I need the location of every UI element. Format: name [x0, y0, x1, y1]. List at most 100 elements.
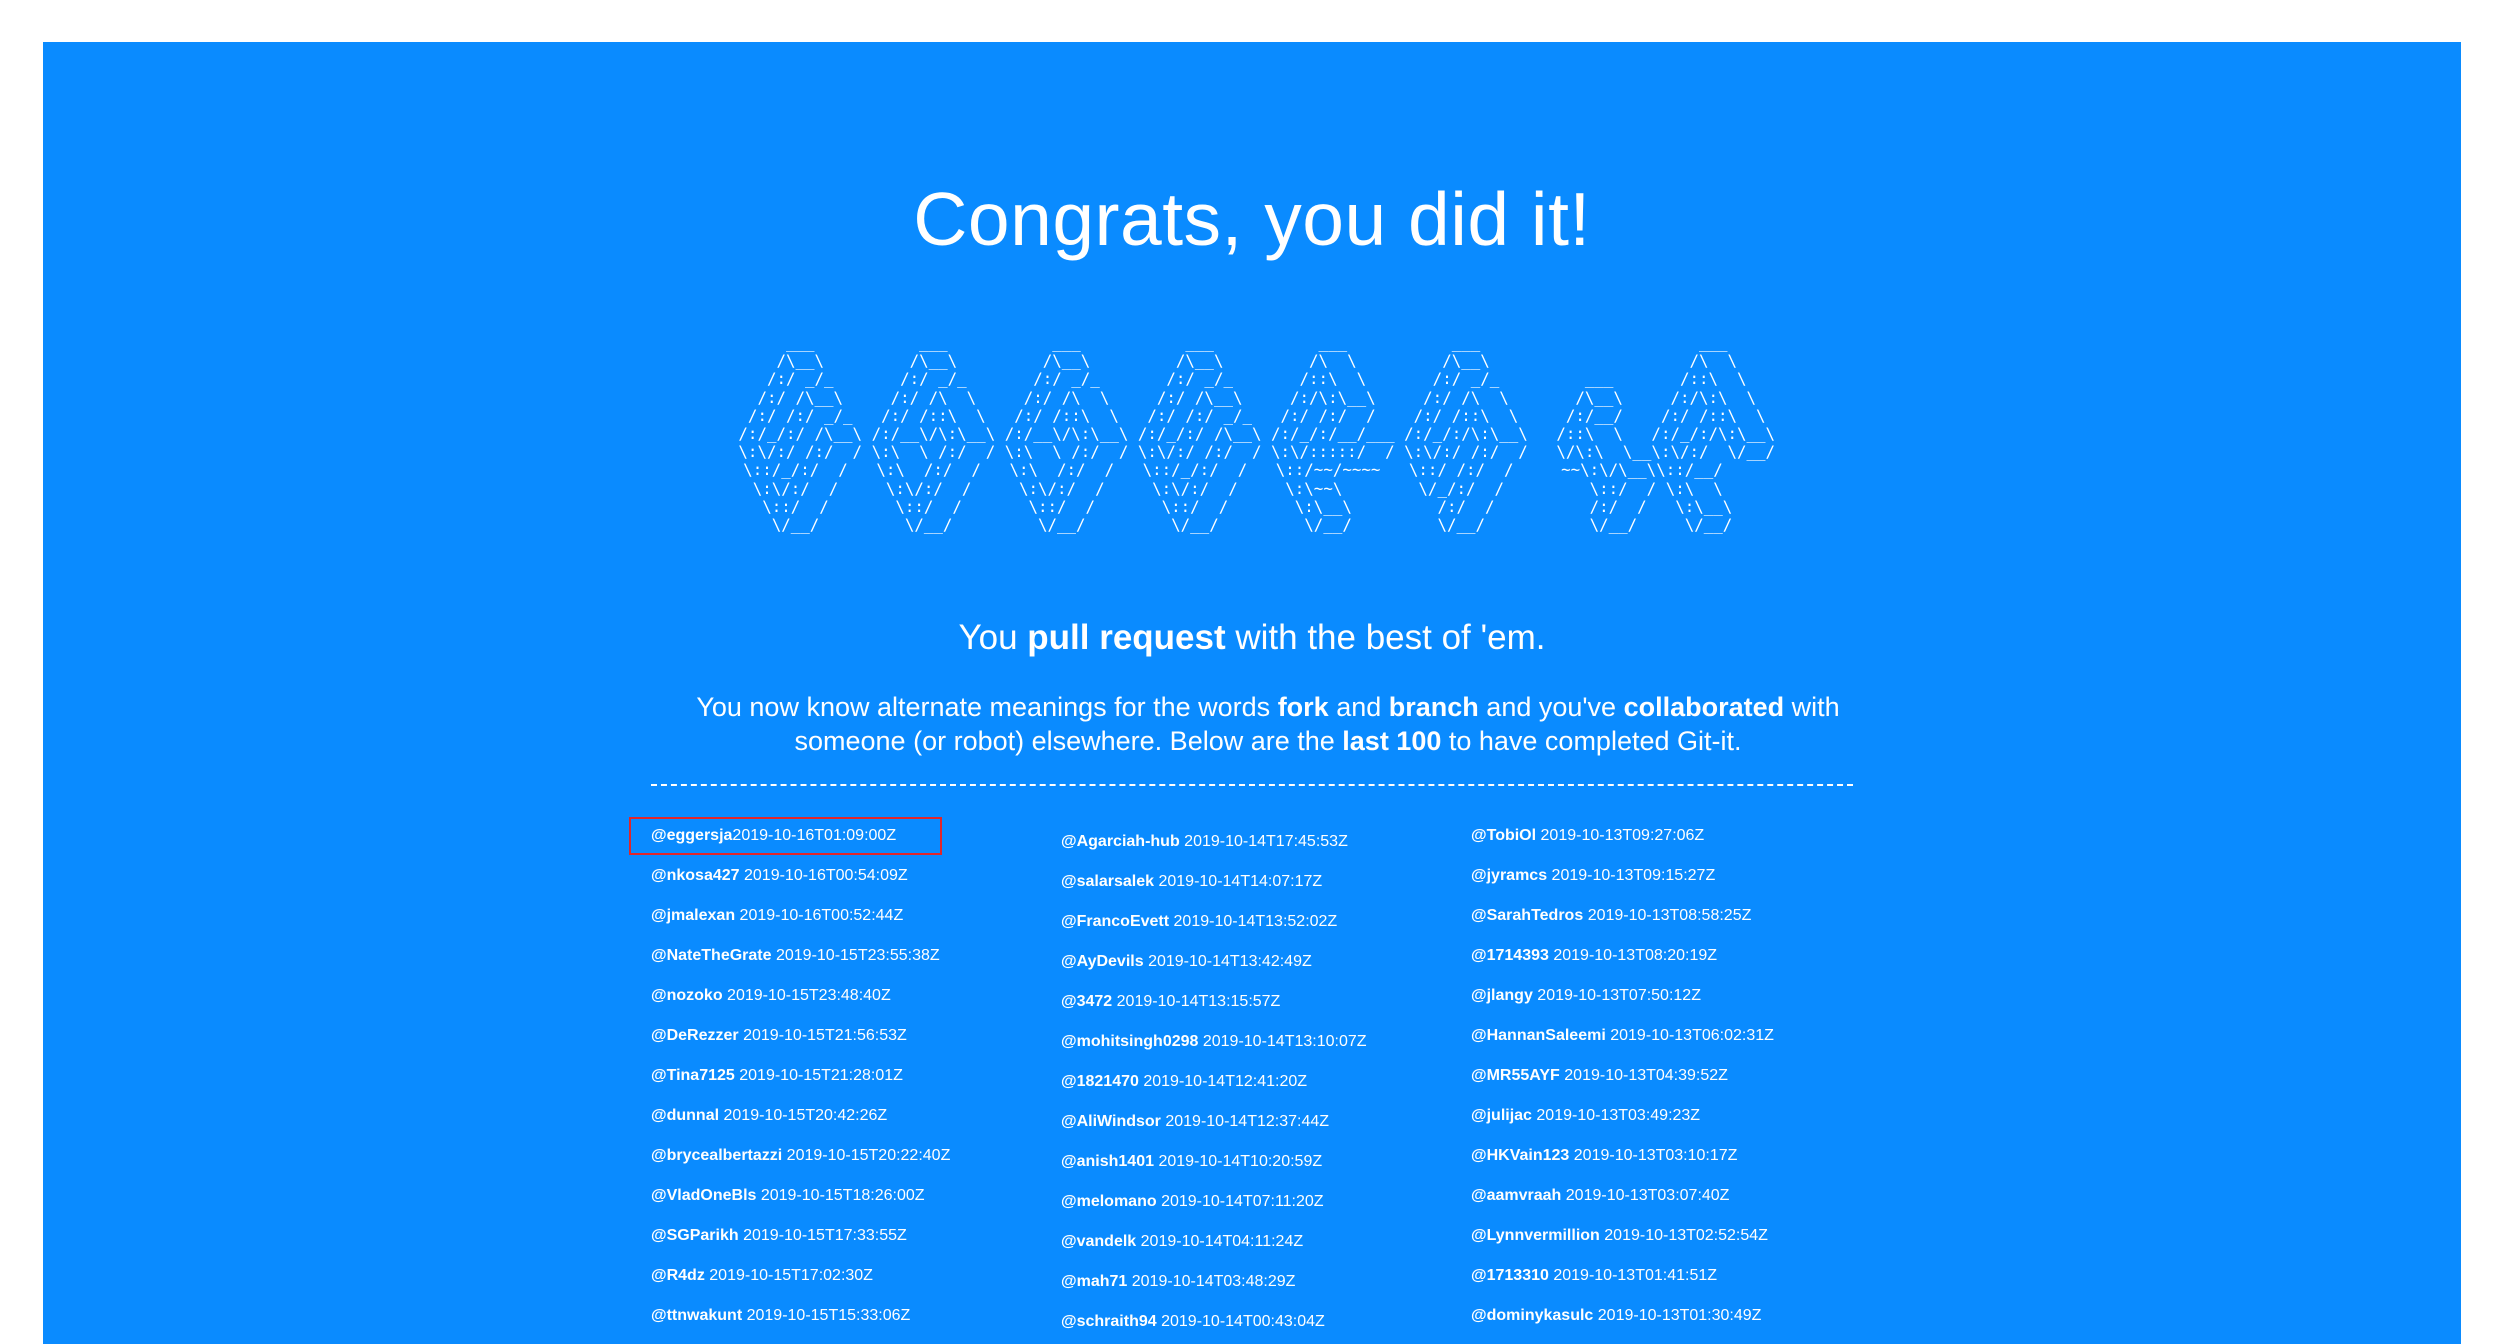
completion-timestamp: 2019-10-13T08:20:19Z [1553, 947, 1718, 964]
username-link[interactable]: @dominykasulc [1471, 1307, 1593, 1324]
username-link[interactable]: @1714393 [1471, 947, 1549, 964]
username-link[interactable]: @anish1401 [1061, 1153, 1154, 1170]
completion-timestamp: 2019-10-14T12:37:44Z [1165, 1113, 1330, 1130]
username-link[interactable]: @jmalexan [651, 907, 735, 924]
username-link[interactable]: @mah71 [1061, 1273, 1127, 1290]
username-link[interactable]: @NateTheGrate [651, 947, 772, 964]
username-link[interactable]: @nkosa427 [651, 867, 740, 884]
username-link[interactable]: @HannanSaleemi [1471, 1027, 1606, 1044]
list-item: @anish1401 2019-10-14T10:20:59Z [1061, 1152, 1367, 1192]
completion-timestamp: 2019-10-13T03:10:17Z [1573, 1147, 1738, 1164]
list-item: @aamvraah 2019-10-13T03:07:40Z [1471, 1186, 1774, 1226]
completion-timestamp: 2019-10-15T17:02:30Z [709, 1267, 873, 1284]
completion-timestamp: 2019-10-13T03:07:40Z [1565, 1187, 1730, 1204]
tagline-bold: pull request [1027, 618, 1226, 657]
list-item: @SarahTedros 2019-10-13T08:58:25Z [1471, 906, 1774, 946]
completion-timestamp: 2019-10-14T13:42:49Z [1148, 953, 1312, 970]
username-link[interactable]: @AliWindsor [1061, 1113, 1161, 1130]
username-link[interactable]: @SGParikh [651, 1227, 739, 1244]
list-item: @1714393 2019-10-13T08:20:19Z [1471, 946, 1774, 986]
desc-bold-fork: fork [1277, 692, 1329, 722]
completion-timestamp: 2019-10-13T01:30:49Z [1597, 1307, 1762, 1324]
list-item: @AliWindsor 2019-10-14T12:37:44Z [1061, 1112, 1367, 1152]
tagline: You pull request with the best of 'em. [43, 620, 2461, 655]
username-link[interactable]: @eggersja [651, 827, 732, 844]
completion-timestamp: 2019-10-14T13:15:57Z [1116, 993, 1281, 1010]
username-link[interactable]: @1821470 [1061, 1073, 1139, 1090]
username-link[interactable]: @jyramcs [1471, 867, 1547, 884]
username-link[interactable]: @3472 [1061, 993, 1112, 1010]
list-item: @nozoko 2019-10-15T23:48:40Z [651, 986, 960, 1026]
list-item: @eggersja 2019-10-16T01:09:00Z [628, 817, 943, 855]
completion-timestamp: 2019-10-13T08:58:25Z [1587, 907, 1752, 924]
desc-text-2: and [1328, 692, 1389, 722]
list-item: @1713310 2019-10-13T01:41:51Z [1471, 1266, 1774, 1306]
completion-timestamp: 2019-10-13T01:41:51Z [1553, 1267, 1718, 1284]
completion-timestamp: 2019-10-14T04:11:24Z [1140, 1233, 1304, 1250]
username-link[interactable]: @VladOneBls [651, 1187, 756, 1204]
congrats-panel: Congrats, you did it! ___ ___ ___ ___ __… [43, 42, 2461, 1344]
list-item: @julijac 2019-10-13T03:49:23Z [1471, 1106, 1774, 1146]
username-link[interactable]: @TobiOl [1471, 827, 1536, 844]
username-link[interactable]: @ttnwakunt [651, 1307, 742, 1324]
list-item: @MR55AYF 2019-10-13T04:39:52Z [1471, 1066, 1774, 1106]
description: You now know alternate meanings for the … [643, 690, 1893, 758]
username-link[interactable]: @salarsalek [1061, 873, 1154, 890]
completion-timestamp: 2019-10-15T18:26:00Z [760, 1187, 925, 1204]
completion-timestamp: 2019-10-14T13:52:02Z [1173, 913, 1338, 930]
completion-timestamp: 2019-10-13T07:50:12Z [1537, 987, 1701, 1004]
tagline-post: with the best of 'em. [1225, 618, 1546, 657]
completion-timestamp: 2019-10-15T17:33:55Z [743, 1227, 907, 1244]
completions-column-1: @eggersja 2019-10-16T01:09:00Z @nkosa427 … [628, 817, 960, 1344]
list-item: @schraith94 2019-10-14T00:43:04Z [1061, 1312, 1367, 1344]
username-link[interactable]: @melomano [1061, 1193, 1157, 1210]
username-link[interactable]: @DeRezzer [651, 1027, 739, 1044]
completion-timestamp: 2019-10-13T09:15:27Z [1551, 867, 1716, 884]
completion-timestamp: 2019-10-15T20:42:26Z [723, 1107, 888, 1124]
list-item: @jyramcs 2019-10-13T09:15:27Z [1471, 866, 1774, 906]
dashed-divider [651, 784, 1853, 786]
completion-timestamp: 2019-10-14T07:11:20Z [1161, 1193, 1324, 1210]
username-link[interactable]: @AyDevils [1061, 953, 1144, 970]
completion-timestamp: 2019-10-13T06:02:31Z [1610, 1027, 1774, 1044]
desc-bold-last-100: last 100 [1342, 726, 1442, 756]
list-item: @NateTheGrate 2019-10-15T23:55:38Z [651, 946, 960, 986]
list-item: @Agarciah-hub 2019-10-14T17:45:53Z [1061, 832, 1367, 872]
list-item: @FrancoEvett 2019-10-14T13:52:02Z [1061, 912, 1367, 952]
completions-column-3: @TobiOl 2019-10-13T09:27:06Z @jyramcs 201… [1471, 826, 1774, 1344]
username-link[interactable]: @SarahTedros [1471, 907, 1583, 924]
completion-timestamp: 2019-10-13T03:49:23Z [1536, 1107, 1701, 1124]
username-link[interactable]: @Agarciah-hub [1061, 833, 1180, 850]
username-link[interactable]: @1713310 [1471, 1267, 1549, 1284]
list-item: @nkosa427 2019-10-16T00:54:09Z [651, 866, 960, 906]
username-link[interactable]: @mohitsingh0298 [1061, 1033, 1198, 1050]
list-item: @salarsalek 2019-10-14T14:07:17Z [1061, 872, 1367, 912]
username-link[interactable]: @dunnal [651, 1107, 719, 1124]
list-item: @3472 2019-10-14T13:15:57Z [1061, 992, 1367, 1032]
username-link[interactable]: @jlangy [1471, 987, 1533, 1004]
username-link[interactable]: @brycealbertazzi [651, 1147, 782, 1164]
list-item: @HKVain123 2019-10-13T03:10:17Z [1471, 1146, 1774, 1186]
username-link[interactable]: @schraith94 [1061, 1313, 1157, 1330]
username-link[interactable]: @nozoko [651, 987, 723, 1004]
username-link[interactable]: @aamvraah [1471, 1187, 1561, 1204]
completion-timestamp: 2019-10-14T12:41:20Z [1143, 1073, 1308, 1090]
username-link[interactable]: @MR55AYF [1471, 1067, 1560, 1084]
username-link[interactable]: @R4dz [651, 1267, 705, 1284]
username-link[interactable]: @vandelk [1061, 1233, 1136, 1250]
list-item: @1821470 2019-10-14T12:41:20Z [1061, 1072, 1367, 1112]
username-link[interactable]: @julijac [1471, 1107, 1532, 1124]
username-link[interactable]: @HKVain123 [1471, 1147, 1569, 1164]
completion-timestamp: 2019-10-14T14:07:17Z [1158, 873, 1323, 890]
ascii-art-banner: ___ ___ ___ ___ ___ ___ ___ /\__\ /\__\ … [738, 333, 1776, 535]
list-item: @mah71 2019-10-14T03:48:29Z [1061, 1272, 1367, 1312]
list-item: @dominykasulc 2019-10-13T01:30:49Z [1471, 1306, 1774, 1344]
username-link[interactable]: @FrancoEvett [1061, 913, 1169, 930]
list-item: @DeRezzer 2019-10-15T21:56:53Z [651, 1026, 960, 1066]
list-item: @vandelk 2019-10-14T04:11:24Z [1061, 1232, 1367, 1272]
username-link[interactable]: @Tina7125 [651, 1067, 735, 1084]
username-link[interactable]: @Lynnvermillion [1471, 1227, 1600, 1244]
list-item: @Lynnvermillion 2019-10-13T02:52:54Z [1471, 1226, 1774, 1266]
list-item: @brycealbertazzi 2019-10-15T20:22:40Z [651, 1146, 960, 1186]
completion-timestamp: 2019-10-14T00:43:04Z [1161, 1313, 1325, 1330]
